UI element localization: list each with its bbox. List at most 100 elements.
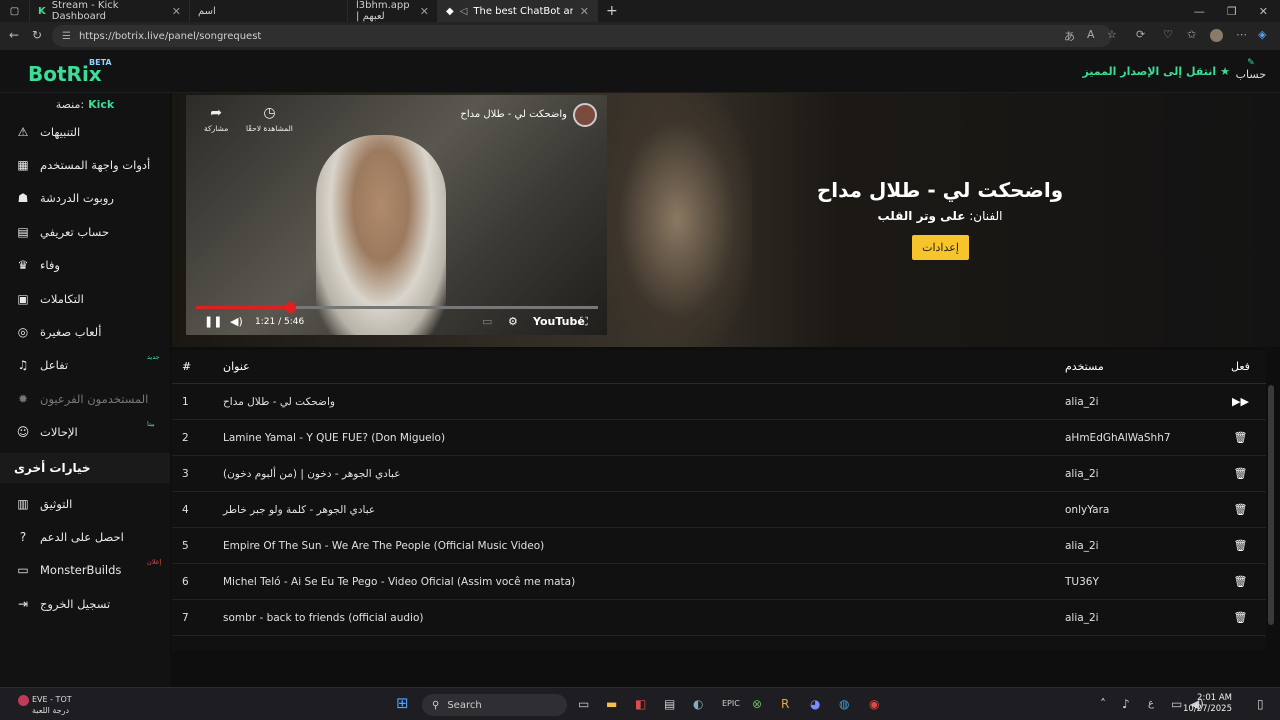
fullscreen-icon[interactable]: ⛶ — [580, 315, 588, 329]
tab-kick-dashboard[interactable]: K Stream - Kick Dashboard ✕ — [30, 0, 190, 22]
sidebar-item[interactable]: ☺ الإحالات بيتا — [0, 416, 170, 449]
browser-essentials-icon[interactable]: ♡ — [1163, 28, 1173, 41]
restore-icon[interactable]: ❐ — [1227, 5, 1237, 18]
settings-gear-icon[interactable]: ⚙ — [508, 315, 518, 328]
sidebar-item[interactable]: ✹ المستخدمون الفرعيون — [0, 382, 170, 415]
star-icon: ★ — [1220, 65, 1230, 78]
video-title[interactable]: واضحكت لي - طلال مداح — [460, 109, 567, 120]
extensions-icon[interactable]: ⟳ — [1136, 28, 1145, 41]
queue-scrollbar[interactable] — [1268, 385, 1274, 625]
notifications-icon[interactable]: ▯ — [1257, 697, 1264, 711]
site-info-icon[interactable]: ☰ — [62, 31, 71, 42]
progress-bar[interactable] — [196, 302, 598, 313]
copilot-icon[interactable]: ◈ — [1258, 28, 1266, 41]
speaker-icon[interactable]: ◁ — [460, 6, 468, 17]
youtube-logo[interactable]: YouTube — [533, 315, 585, 328]
file-explorer-icon[interactable]: ▬ — [606, 697, 617, 711]
clock[interactable]: 2:01 AM 10/27/2025 — [1183, 693, 1232, 715]
app-recording-icon[interactable]: ◉ — [869, 697, 879, 711]
tab-actions-icon[interactable]: ▢ — [0, 0, 30, 22]
game-avatar-icon — [18, 695, 29, 706]
delete-icon[interactable]: 🗑 — [1215, 611, 1266, 624]
translate-icon[interactable]: あ — [1064, 28, 1075, 44]
refresh-icon[interactable]: ↻ — [32, 28, 42, 42]
close-icon[interactable]: ✕ — [420, 5, 429, 18]
sidebar-item[interactable]: ☗ روبوت الدردشة — [0, 182, 170, 215]
input-language[interactable]: ع — [1148, 698, 1154, 709]
steam-icon[interactable]: ◐ — [693, 697, 703, 711]
watch-later-button[interactable]: ◷ المشاهدة لاحقًا — [246, 105, 293, 133]
sidebar-item-badge: جديد — [147, 352, 160, 361]
sidebar-item[interactable]: ▣ التكاملات — [0, 282, 170, 315]
favorite-icon[interactable]: ☆ — [1107, 28, 1117, 41]
epic-icon[interactable]: EPIC — [722, 699, 740, 708]
sidebar-item[interactable]: ? احصل على الدعم — [0, 520, 170, 553]
video-thumbnail-figure — [316, 135, 446, 335]
sidebar-item[interactable]: ▭ MonsterBuilds إعلان — [0, 554, 170, 587]
tab-name[interactable]: اسم — [190, 0, 348, 22]
read-aloud-icon[interactable]: A — [1087, 28, 1095, 41]
network-icon[interactable]: ▭ — [1171, 697, 1182, 711]
back-icon[interactable]: ← — [9, 28, 19, 42]
table-row: 2 Lamine Yamal - Y QUE FUE? (Don Miguelo)… — [172, 420, 1266, 456]
channel-avatar[interactable] — [573, 103, 597, 127]
tab-l3bhm[interactable]: l3bhm.app | لعبهم ✕ — [348, 0, 438, 22]
account-menu[interactable]: ✎ حساب — [1236, 58, 1266, 81]
delete-icon[interactable]: 🗑 — [1215, 575, 1266, 588]
grid-icon: ▦ — [17, 158, 29, 173]
store-icon[interactable]: ▤ — [664, 697, 675, 711]
skip-icon[interactable]: ▶▶ — [1215, 395, 1266, 408]
task-view-icon[interactable]: ▭ — [578, 697, 589, 711]
sidebar-item[interactable]: ⇥ تسجيل الخروج — [0, 587, 170, 620]
rockstar-icon[interactable]: R — [781, 697, 789, 711]
start-icon[interactable]: ⊞ — [396, 694, 409, 712]
xbox-icon[interactable]: ⊗ — [752, 697, 762, 711]
captions-icon[interactable]: ▭ — [482, 315, 492, 328]
tab-label: The best ChatBot and Widge — [473, 5, 574, 17]
progress-fill — [196, 306, 291, 309]
app-red-icon[interactable]: ◧ — [635, 697, 646, 711]
url-field[interactable]: ☰ https://botrix.live/panel/songrequest — [52, 25, 1112, 47]
microphone-icon[interactable]: ♪ — [1122, 697, 1130, 711]
delete-icon[interactable]: 🗑 — [1215, 467, 1266, 480]
sidebar-item[interactable]: ⚠ التنبيهات — [0, 115, 170, 148]
tab-label: l3bhm.app | لعبهم — [356, 0, 410, 22]
delete-icon[interactable]: 🗑 — [1215, 503, 1266, 516]
sidebar-item[interactable]: ▦ أدوات واجهة المستخدم — [0, 148, 170, 181]
volume-icon[interactable]: ◀) — [230, 315, 243, 328]
platform-indicator: منصة: Kick — [0, 93, 170, 115]
more-icon[interactable]: ⋯ — [1236, 28, 1247, 41]
favorites-icon[interactable]: ✩ — [1187, 28, 1196, 41]
close-icon[interactable]: ✕ — [172, 5, 181, 18]
discord-icon[interactable]: ◕ — [810, 697, 820, 711]
sidebar-item[interactable]: ♫ تفاعل جديد — [0, 349, 170, 382]
pause-icon[interactable]: ❚❚ — [204, 315, 222, 328]
taskbar-search[interactable]: ⚲ Search — [422, 694, 567, 716]
close-window-icon[interactable]: ✕ — [1259, 5, 1268, 18]
edge-icon[interactable]: ◍ — [839, 697, 849, 711]
sidebar-item[interactable]: ♛ وفاء — [0, 249, 170, 282]
delete-icon[interactable]: 🗑 — [1215, 539, 1266, 552]
progress-handle[interactable] — [285, 302, 297, 313]
new-tab-button[interactable]: + — [598, 0, 626, 22]
settings-button[interactable]: إعدادات — [912, 235, 969, 260]
tab-botrix[interactable]: ◆ ◁ The best ChatBot and Widge ✕ — [438, 0, 598, 22]
song-title-cell: Michel Teló - Ai Se Eu Te Pego - Video O… — [223, 575, 576, 588]
tab-label: اسم — [198, 5, 216, 17]
share-button[interactable]: ➦ مشاركة — [204, 105, 228, 133]
sidebar-item[interactable]: ▥ التوثيق — [0, 487, 170, 520]
video-player[interactable]: واضحكت لي - طلال مداح ➦ مشاركة ◷ المشاهد… — [186, 95, 607, 335]
sidebar-item[interactable]: ◎ ألعاب صغيرة — [0, 315, 170, 348]
tray-chevron-icon[interactable]: ˄ — [1100, 697, 1106, 711]
header-user: مستخدم — [1065, 360, 1104, 373]
premium-label: انتقل إلى الإصدار المميز — [1082, 65, 1217, 78]
minimize-icon[interactable]: — — [1194, 5, 1205, 18]
premium-link[interactable]: انتقل إلى الإصدار المميز ★ — [1082, 65, 1230, 78]
profile-avatar[interactable] — [1210, 29, 1223, 42]
sidebar-item-label: ألعاب صغيرة — [40, 325, 102, 340]
game-widget[interactable]: EVE - TOT درجة اللعبة — [18, 694, 72, 716]
close-icon[interactable]: ✕ — [580, 5, 589, 18]
sidebar-item[interactable]: ▤ حساب تعريفي — [0, 215, 170, 248]
delete-icon[interactable]: 🗑 — [1215, 431, 1266, 444]
song-title: واضحكت لي - طلال مداح — [816, 178, 1064, 202]
